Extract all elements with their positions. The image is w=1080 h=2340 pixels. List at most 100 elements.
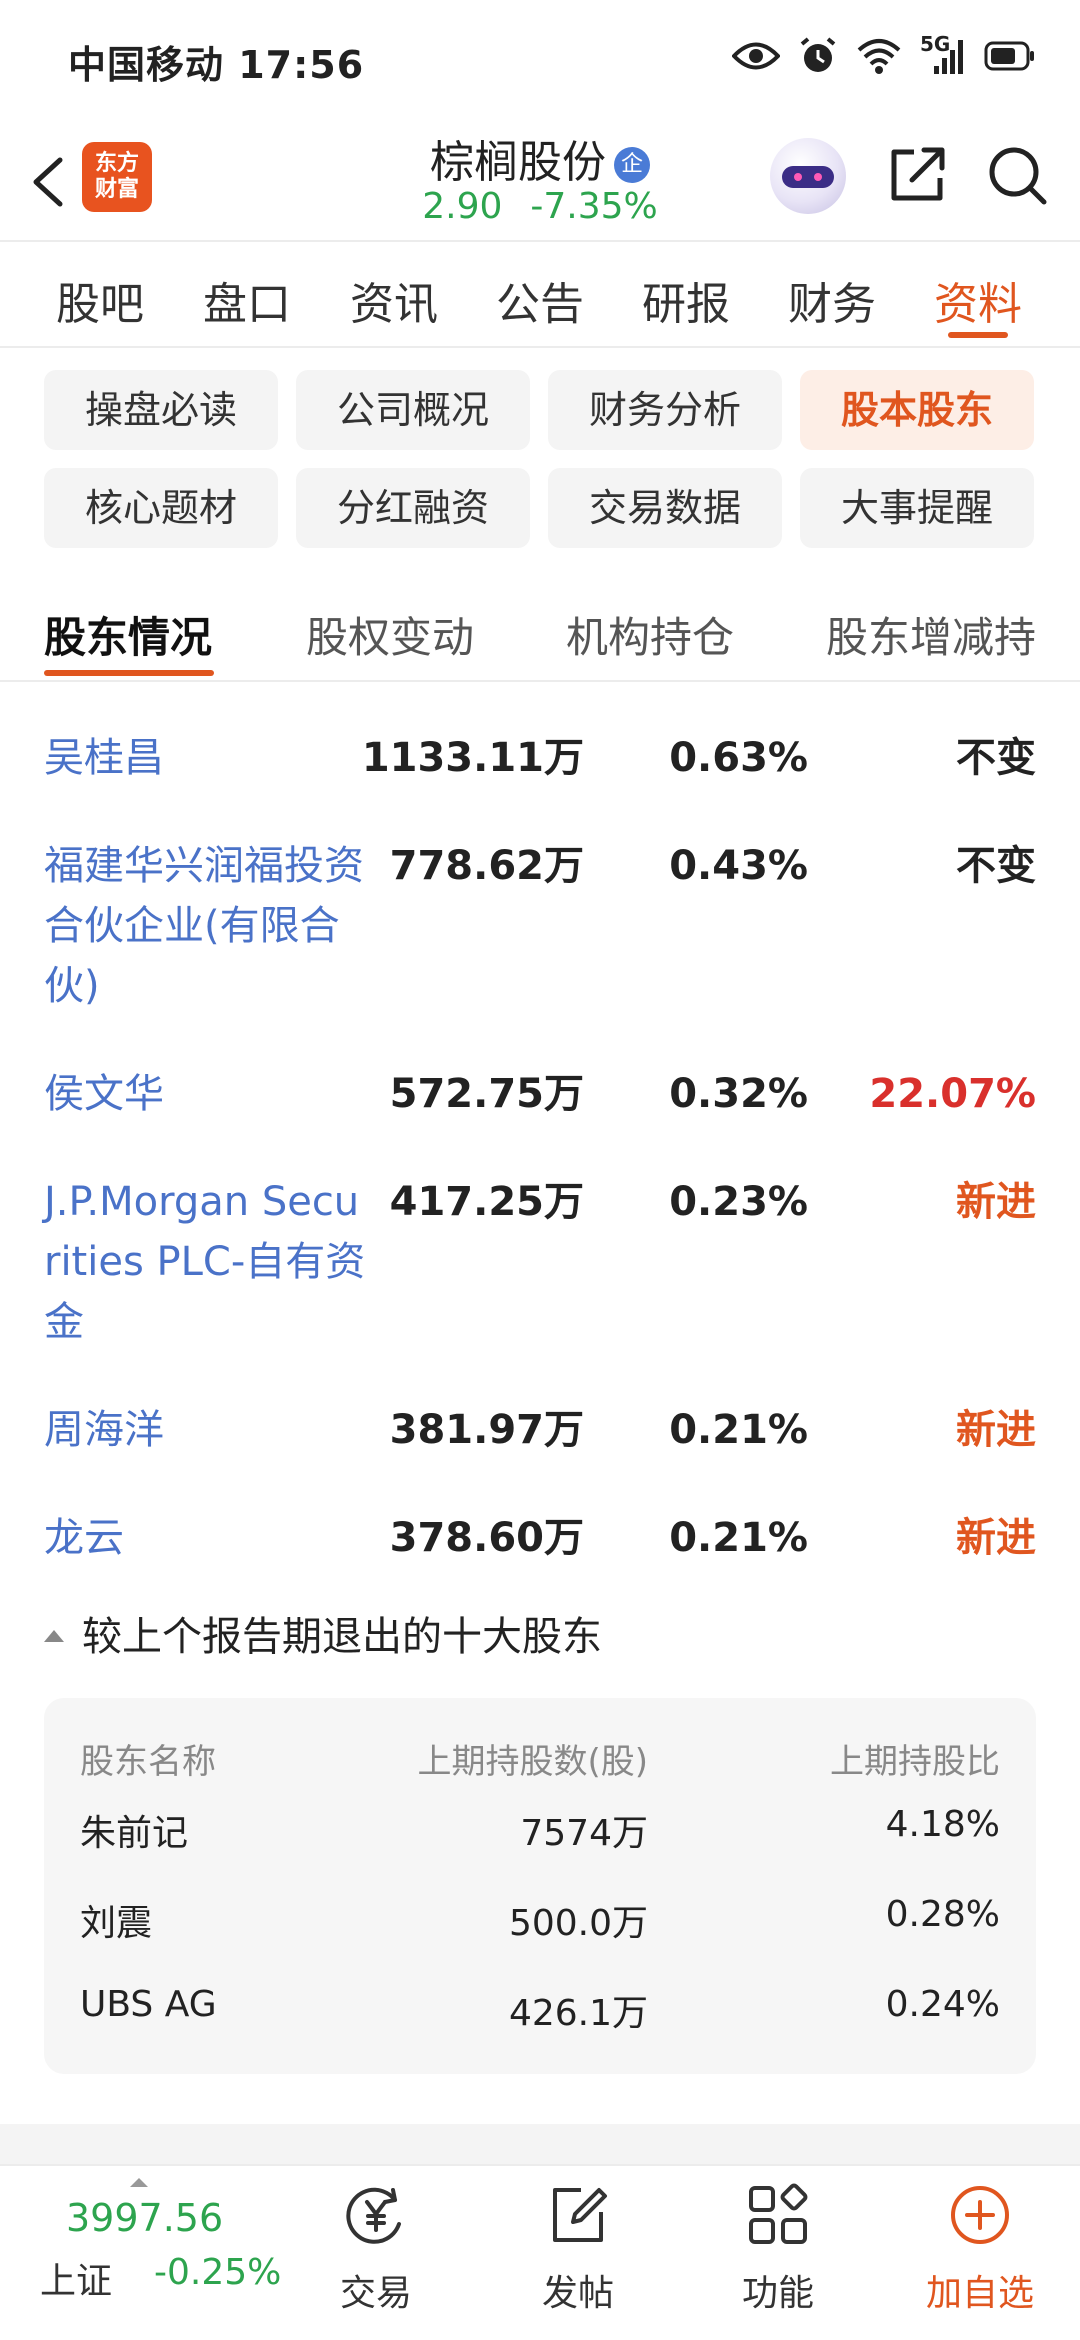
plus-circle-icon xyxy=(951,2186,1009,2244)
exited-holder-ratio: 0.24% xyxy=(885,1984,1000,2025)
status-bar: 中国移动 17:56 5G xyxy=(0,0,1080,120)
battery-icon xyxy=(984,41,1034,71)
assistant-avatar[interactable] xyxy=(770,138,846,214)
exited-section-title: 较上个报告期退出的十大股东 xyxy=(82,1614,602,1660)
tab-institutional-holdings[interactable]: 机构持仓 xyxy=(566,604,734,665)
trade-yuan-icon xyxy=(346,2187,401,2244)
holder-name[interactable]: J.P.Morgan Securities PLC-自有资金 xyxy=(44,1172,374,1352)
subnav-must-read[interactable]: 操盘必读 xyxy=(44,370,278,450)
holder-shares: 572.75万 xyxy=(389,1071,584,1117)
exited-holder-ratio: 0.28% xyxy=(885,1894,1000,1935)
column-header: 上期持股比 xyxy=(830,1742,1000,1782)
index-name: 上证 xyxy=(40,2261,113,2302)
exited-section-toggle[interactable]: 较上个报告期退出的十大股东 xyxy=(44,1604,602,1662)
tab-shareholder-info[interactable]: 股东情况 xyxy=(44,604,212,665)
subnav-core-themes[interactable]: 核心题材 xyxy=(44,468,278,548)
holder-change: 不变 xyxy=(956,735,1036,781)
holder-name[interactable]: 周海洋 xyxy=(44,1400,374,1460)
caret-up-icon xyxy=(44,1630,64,1642)
holder-change: 新进 xyxy=(956,1407,1036,1453)
exited-holder-shares: 7574万 xyxy=(520,1813,648,1854)
subnav-shareholders[interactable]: 股本股东 xyxy=(800,370,1034,450)
exited-holder-shares: 426.1万 xyxy=(508,1993,648,2034)
tab-pankou[interactable]: 盘口 xyxy=(203,268,291,332)
nav-label: 发帖 xyxy=(541,2273,614,2314)
section-tab-indicator xyxy=(44,670,214,676)
holder-name[interactable]: 吴桂昌 xyxy=(44,728,374,788)
subnav-dividends[interactable]: 分红融资 xyxy=(296,468,530,548)
holder-name[interactable]: 龙云 xyxy=(44,1508,374,1568)
exited-holder-name: 刘震 xyxy=(80,1903,153,1944)
divider xyxy=(0,680,1080,682)
exited-holder-ratio: 4.18% xyxy=(885,1804,1000,1845)
column-header: 上期持股数(股) xyxy=(417,1742,648,1782)
active-tab-indicator xyxy=(948,332,1008,338)
tab-equity-changes[interactable]: 股权变动 xyxy=(306,604,474,665)
nav-functions[interactable]: 功能 xyxy=(708,2182,848,2332)
holder-ratio: 0.43% xyxy=(669,843,808,889)
nav-trade[interactable]: 交易 xyxy=(306,2182,446,2332)
column-header: 股东名称 xyxy=(80,1742,216,1782)
edit-icon xyxy=(553,2188,607,2242)
tab-profile[interactable]: 资料 xyxy=(934,268,1022,332)
main-tabs: 股吧 盘口 资讯 公告 研报 财务 资料 xyxy=(0,244,1080,348)
stock-change: -7.35% xyxy=(530,186,658,227)
bottom-bar: 3997.56 上证 -0.25% 交易 发帖 功能 加自选 xyxy=(0,2164,1080,2340)
subnav-trading-data[interactable]: 交易数据 xyxy=(548,468,782,548)
subnav-company-overview[interactable]: 公司概况 xyxy=(296,370,530,450)
nav-post[interactable]: 发帖 xyxy=(508,2182,648,2332)
caret-up-icon xyxy=(130,2178,148,2187)
holder-ratio: 0.21% xyxy=(669,1515,808,1561)
tab-finance[interactable]: 财务 xyxy=(788,268,876,332)
alarm-icon xyxy=(800,37,836,72)
share-icon xyxy=(891,147,945,201)
tab-research[interactable]: 研报 xyxy=(642,268,730,332)
exited-holder-name: 朱前记 xyxy=(80,1813,189,1854)
exited-holder-name: UBS AG xyxy=(80,1984,217,2025)
tab-holding-changes[interactable]: 股东增减持 xyxy=(826,604,1036,665)
holder-shares: 1133.11万 xyxy=(361,735,584,781)
index-ticker[interactable]: 3997.56 上证 -0.25% xyxy=(0,2166,290,2340)
nav-add-watchlist[interactable]: 加自选 xyxy=(910,2182,1050,2332)
tab-guba[interactable]: 股吧 xyxy=(56,268,144,332)
nav-label: 加自选 xyxy=(925,2273,1034,2314)
search-button[interactable] xyxy=(984,142,1050,208)
holder-shares: 417.25万 xyxy=(389,1179,584,1225)
holder-name[interactable]: 侯文华 xyxy=(44,1064,374,1124)
status-icons: 5G xyxy=(732,32,1036,76)
exited-table: 股东名称 上期持股数(股) 上期持股比 朱前记 7574万 4.18% 刘震 5… xyxy=(44,1698,1036,2074)
signal-icon xyxy=(934,40,963,74)
holder-ratio: 0.32% xyxy=(669,1071,808,1117)
subnav-events[interactable]: 大事提醒 xyxy=(800,468,1034,548)
grid-apps-icon xyxy=(749,2183,808,2244)
wifi-icon xyxy=(857,39,901,74)
stock-name: 棕榈股份 xyxy=(430,137,606,188)
share-button[interactable] xyxy=(884,142,950,208)
tab-news[interactable]: 资讯 xyxy=(350,268,438,332)
holder-ratio: 0.21% xyxy=(669,1407,808,1453)
holder-ratio: 0.23% xyxy=(669,1179,808,1225)
holder-shares: 778.62万 xyxy=(389,843,584,889)
index-value: 3997.56 xyxy=(66,2196,224,2240)
stock-header: 东方财富 棕榈股份企 2.90 -7.35% xyxy=(0,120,1080,242)
section-gap xyxy=(0,2124,1080,2164)
stock-price: 2.90 xyxy=(422,186,503,227)
holder-ratio: 0.63% xyxy=(669,735,808,781)
holder-shares: 378.60万 xyxy=(389,1515,584,1561)
network-type: 5G xyxy=(920,32,966,76)
holder-change: 新进 xyxy=(956,1179,1036,1225)
subnav-financial-analysis[interactable]: 财务分析 xyxy=(548,370,782,450)
search-icon xyxy=(989,147,1047,205)
tab-announcements[interactable]: 公告 xyxy=(496,268,584,332)
exited-holder-shares: 500.0万 xyxy=(508,1903,648,1944)
holder-change: 新进 xyxy=(956,1515,1036,1561)
holder-change: 22.07% xyxy=(869,1071,1036,1117)
holder-change: 不变 xyxy=(956,843,1036,889)
robot-icon xyxy=(782,166,834,188)
index-change: -0.25% xyxy=(154,2252,282,2293)
holder-name[interactable]: 福建华兴润福投资合伙企业(有限合伙) xyxy=(44,836,374,1016)
enterprise-badge: 企 xyxy=(614,147,650,183)
holder-shares: 381.97万 xyxy=(389,1407,584,1453)
eye-icon xyxy=(732,42,780,70)
carrier-time: 中国移动 17:56 xyxy=(68,43,365,87)
